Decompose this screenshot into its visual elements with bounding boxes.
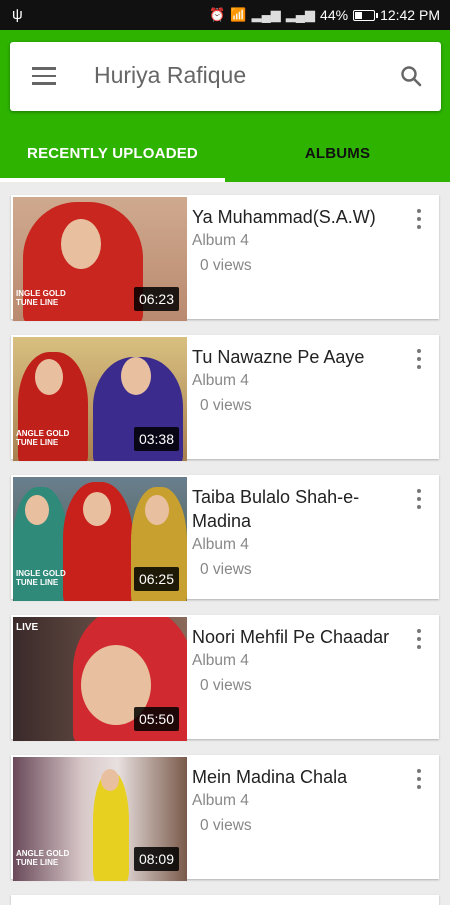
clock: 12:42 PM (380, 7, 440, 23)
more-options-icon[interactable] (417, 349, 421, 369)
video-duration: 06:23 (133, 287, 179, 311)
video-album: Album 4 (192, 232, 249, 249)
tab-bar: RECENTLY UPLOADED ALBUMS (0, 125, 450, 182)
video-thumbnail[interactable]: ANGLE GOLD TUNE LINE 03:38 (13, 337, 187, 461)
video-thumbnail[interactable]: INGLE GOLD TUNE LINE 06:25 (13, 477, 187, 601)
video-album: Album 4 (192, 536, 249, 553)
signal-icon: ▂▄▆ (251, 7, 281, 22)
battery-percent: 44% (320, 7, 349, 23)
wifi-icon: 📶 (230, 7, 247, 22)
search-bar[interactable]: Huriya Rafique (10, 42, 441, 111)
video-card-partial[interactable] (11, 895, 439, 905)
video-card[interactable]: ANGLE GOLD TUNE LINE 03:38 Tu Nawazne Pe … (11, 335, 439, 461)
tab-albums[interactable]: ALBUMS (225, 125, 450, 182)
video-views: 0 views (200, 817, 252, 834)
app-title: Huriya Rafique (94, 62, 247, 88)
hamburger-menu-icon[interactable] (32, 67, 56, 85)
video-duration: 05:50 (133, 707, 179, 731)
tab-recently-uploaded[interactable]: RECENTLY UPLOADED (0, 125, 225, 182)
video-album: Album 4 (192, 792, 249, 809)
status-bar: ψ ⏰ 📶 ▂▄▆ ▂▄▆ 44% 12:42 PM (0, 0, 450, 30)
app-bar: Huriya Rafique RECENTLY UPLOADED ALBUMS (0, 30, 450, 182)
video-duration: 08:09 (133, 847, 179, 871)
video-views: 0 views (200, 257, 252, 274)
video-card[interactable]: ANGLE GOLD TUNE LINE 08:09 Mein Madina Ch… (11, 755, 439, 881)
video-title[interactable]: Noori Mehfil Pe Chaadar (192, 625, 402, 649)
video-title[interactable]: Mein Madina Chala (192, 765, 402, 789)
tab-indicator (0, 178, 225, 182)
video-card[interactable]: INGLE GOLD TUNE LINE 06:23 Ya Muhammad(S.… (11, 195, 439, 321)
video-duration: 03:38 (133, 427, 179, 451)
video-thumbnail[interactable]: ANGLE GOLD TUNE LINE 08:09 (13, 757, 187, 881)
video-views: 0 views (200, 397, 252, 414)
search-icon[interactable] (399, 64, 423, 88)
video-card[interactable]: LIVE 05:50 Noori Mehfil Pe Chaadar Album… (11, 615, 439, 741)
video-title[interactable]: Ya Muhammad(S.A.W) (192, 205, 402, 229)
video-album: Album 4 (192, 372, 249, 389)
video-views: 0 views (200, 561, 252, 578)
video-views: 0 views (200, 677, 252, 694)
video-title[interactable]: Taiba Bulalo Shah-e-Madina (192, 485, 402, 533)
signal-icon-2: ▂▄▆ (285, 7, 316, 22)
more-options-icon[interactable] (417, 489, 421, 509)
more-options-icon[interactable] (417, 209, 421, 229)
more-options-icon[interactable] (417, 769, 421, 789)
video-thumbnail[interactable]: LIVE 05:50 (13, 617, 187, 741)
video-duration: 06:25 (133, 567, 179, 591)
video-card[interactable]: INGLE GOLD TUNE LINE 06:25 Taiba Bulalo S… (11, 475, 439, 601)
video-title[interactable]: Tu Nawazne Pe Aaye (192, 345, 402, 369)
video-album: Album 4 (192, 652, 249, 669)
video-thumbnail[interactable]: INGLE GOLD TUNE LINE 06:23 (13, 197, 187, 321)
alarm-icon: ⏰ (209, 7, 226, 22)
battery-icon (353, 9, 379, 21)
usb-icon: ψ (12, 6, 23, 23)
more-options-icon[interactable] (417, 629, 421, 649)
